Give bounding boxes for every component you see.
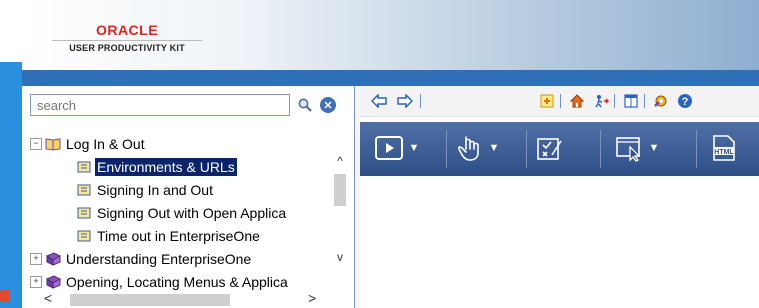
- search-input[interactable]: [30, 94, 290, 116]
- new-document-button[interactable]: [538, 92, 556, 110]
- toolbar-separator: [446, 130, 447, 168]
- screen-pointer-icon: [616, 137, 641, 162]
- clear-search-button[interactable]: ✕: [320, 97, 336, 113]
- closed-book-icon: [45, 274, 61, 289]
- scroll-thumb[interactable]: [70, 294, 230, 306]
- toolbar-divider: [614, 94, 615, 108]
- preferences-button[interactable]: [652, 92, 670, 110]
- see-it-button[interactable]: [612, 131, 646, 165]
- topic-icon: [77, 230, 91, 241]
- help-button[interactable]: ?: [676, 92, 694, 110]
- do-it-group: ▼: [452, 130, 502, 166]
- tree-item-log-in-out[interactable]: − Log In & Out: [30, 132, 340, 155]
- tree-item-label: Opening, Locating Menus & Applica: [66, 273, 288, 290]
- home-button[interactable]: [568, 92, 586, 110]
- see-it-dropdown[interactable]: ▼: [646, 131, 662, 165]
- scroll-left-icon[interactable]: <: [44, 290, 52, 306]
- tree-item-signing-out-open-apps[interactable]: Signing Out with Open Applica: [30, 201, 340, 224]
- main-frame: ✕ − Log In & Out Environments & URLs: [22, 86, 759, 308]
- brand-logo: ORACLE USER PRODUCTIVITY KIT: [52, 22, 202, 53]
- edge-red-mark: [0, 290, 10, 302]
- mode-toolbar: ▼ ▼ ▼ HTML: [360, 122, 759, 176]
- exit-button[interactable]: [592, 92, 610, 110]
- do-it-dropdown[interactable]: ▼: [486, 131, 502, 165]
- tree-item-label: Understanding EnterpriseOne: [66, 250, 252, 267]
- toolbar-divider: [560, 94, 561, 108]
- scroll-right-icon[interactable]: >: [308, 290, 316, 306]
- topic-icon: [77, 161, 91, 172]
- tree-item-signing-in-out[interactable]: Signing In and Out: [30, 178, 340, 201]
- expand-icon[interactable]: +: [30, 252, 42, 265]
- outline-pane: ✕ − Log In & Out Environments & URLs: [22, 86, 355, 308]
- search-bar: ✕: [30, 94, 346, 118]
- play-mode-group: ▼: [372, 130, 422, 166]
- see-it-group: ▼: [612, 130, 662, 166]
- toolbar-separator: [526, 130, 527, 168]
- tree-item-label: Environments & URLs: [95, 157, 237, 176]
- exit-icon: [595, 95, 609, 108]
- header-banner: ORACLE USER PRODUCTIVITY KIT: [22, 0, 759, 70]
- horizontal-scrollbar[interactable]: < >: [30, 290, 346, 308]
- closed-book-icon: [45, 251, 61, 266]
- left-edge-blue: [0, 62, 22, 308]
- outline-tree: − Log In & Out Environments & URLs Signi…: [30, 132, 340, 294]
- tree-item-environments-urls[interactable]: Environments & URLs: [30, 155, 340, 178]
- content-pane: ? ▼ ▼ ▼ HTML: [360, 86, 759, 308]
- left-edge-strip: [0, 0, 22, 308]
- html-group: HTML: [706, 130, 740, 166]
- scroll-up-icon[interactable]: ^: [334, 154, 346, 168]
- toolbar-separator: [600, 130, 601, 168]
- play-mode-button[interactable]: [372, 131, 406, 165]
- toolbar-separator: [696, 130, 697, 168]
- tree-item-label: Log In & Out: [66, 135, 145, 152]
- close-icon: ✕: [323, 99, 333, 112]
- checklist-icon: [537, 138, 562, 160]
- expand-icon[interactable]: +: [30, 275, 42, 288]
- forward-button[interactable]: [396, 92, 414, 110]
- tree-item-understanding[interactable]: + Understanding EnterpriseOne: [30, 247, 340, 270]
- know-it-button[interactable]: [532, 131, 566, 165]
- back-button[interactable]: [370, 92, 388, 110]
- product-name: USER PRODUCTIVITY KIT: [69, 43, 185, 53]
- tree-item-label: Signing In and Out: [97, 181, 213, 198]
- top-toolbar: ?: [360, 86, 759, 117]
- know-it-group: [532, 130, 566, 166]
- help-icon: ?: [678, 94, 692, 108]
- collapse-icon[interactable]: −: [30, 137, 42, 150]
- html-button[interactable]: HTML: [706, 131, 740, 165]
- home-icon: [569, 94, 585, 108]
- play-icon: [375, 136, 403, 160]
- brand-separator: [52, 40, 202, 41]
- svg-text:HTML: HTML: [714, 149, 734, 156]
- open-book-icon: [45, 137, 61, 151]
- window-icon: [624, 94, 638, 108]
- topic-icon: [77, 184, 91, 195]
- search-button[interactable]: [296, 96, 314, 114]
- tree-item-time-out[interactable]: Time out in EnterpriseOne: [30, 224, 340, 247]
- topic-icon: [77, 207, 91, 218]
- hand-pointer-icon: [457, 136, 479, 161]
- magnifier-icon: [298, 98, 312, 112]
- preferences-icon: [654, 95, 667, 107]
- tree-item-label: Time out in EnterpriseOne: [97, 227, 260, 244]
- oracle-wordmark: ORACLE: [95, 22, 159, 38]
- new-document-icon: [540, 94, 554, 108]
- scroll-down-icon[interactable]: v: [334, 250, 346, 264]
- vertical-scrollbar[interactable]: ^ v: [332, 132, 348, 268]
- back-arrow-icon: [371, 94, 387, 108]
- scroll-thumb[interactable]: [334, 174, 346, 206]
- tree-item-label: Signing Out with Open Applica: [97, 204, 287, 221]
- toolbar-divider: [420, 94, 421, 108]
- svg-text:?: ?: [682, 96, 689, 108]
- toolbar-divider: [644, 94, 645, 108]
- play-mode-dropdown[interactable]: ▼: [406, 131, 422, 165]
- window-button[interactable]: [622, 92, 640, 110]
- forward-arrow-icon: [397, 94, 413, 108]
- html-icon: HTML: [713, 135, 735, 161]
- do-it-button[interactable]: [452, 131, 486, 165]
